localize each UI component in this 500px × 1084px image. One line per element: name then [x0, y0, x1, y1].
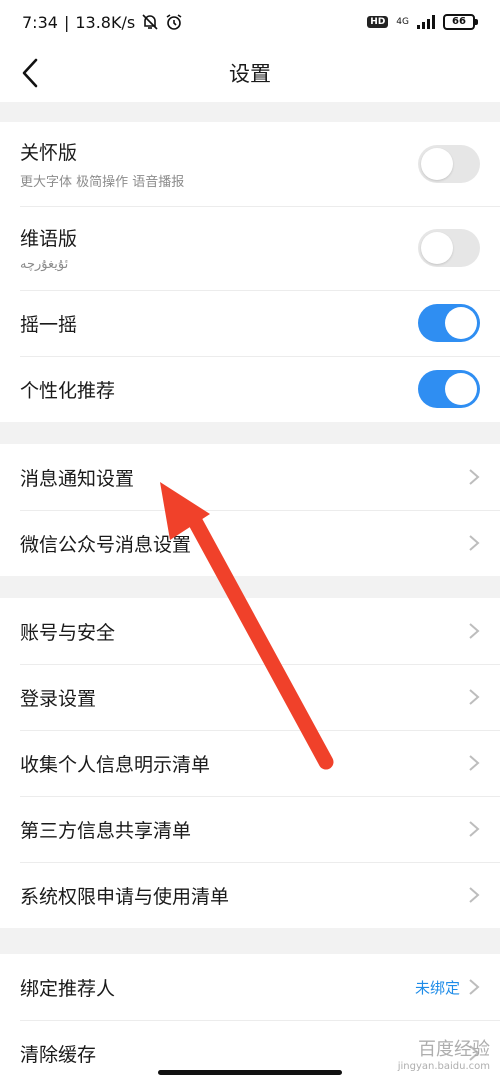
- setting-label: 收集个人信息明示清单: [20, 753, 211, 776]
- referrer-status: 未绑定: [414, 978, 460, 997]
- shake-toggle[interactable]: [418, 304, 480, 342]
- setting-row-login[interactable]: 登录设置: [0, 664, 500, 730]
- settings-group-account: 账号与安全 登录设置 收集个人信息明示清单 第三方信息共享清单 系统权限申请与使…: [0, 598, 500, 928]
- uyghur-mode-toggle[interactable]: [418, 229, 480, 267]
- setting-row-care-mode[interactable]: 关怀版 更大字体 极简操作 语音播报: [0, 122, 500, 206]
- setting-row-bind-referrer[interactable]: 绑定推荐人 未绑定: [0, 954, 500, 1020]
- setting-row-third-party-sharing[interactable]: 第三方信息共享清单: [0, 796, 500, 862]
- chevron-left-icon: [22, 58, 38, 88]
- nav-bar: 设置: [0, 44, 500, 102]
- setting-row-shake[interactable]: 摇一摇: [0, 290, 500, 356]
- network-type: 4G: [396, 16, 409, 27]
- setting-row-account-security[interactable]: 账号与安全: [0, 598, 500, 664]
- signal-icon: [417, 15, 435, 29]
- setting-subtitle: 更大字体 极简操作 语音播报: [20, 175, 185, 190]
- status-net-speed: 13.8K/s: [75, 12, 136, 32]
- setting-label: 登录设置: [20, 687, 97, 710]
- chevron-right-icon: [469, 887, 480, 903]
- alarm-icon: [166, 14, 182, 30]
- chevron-right-icon: [469, 979, 480, 995]
- setting-label: 账号与安全: [20, 621, 116, 644]
- setting-label: 个性化推荐: [20, 379, 116, 402]
- hd-badge: HD: [367, 16, 389, 28]
- setting-label: 消息通知设置: [20, 467, 135, 490]
- setting-label: 摇一摇: [20, 313, 78, 336]
- status-left: 7:34 | 13.8K/s: [22, 13, 183, 32]
- status-bar: 7:34 | 13.8K/s HD 4G 66: [0, 0, 500, 44]
- setting-label: 维语版: [20, 228, 78, 250]
- setting-subtitle: ئۇيغۇرچە: [20, 257, 69, 272]
- watermark-text: 百度经验: [418, 1039, 490, 1060]
- setting-row-uyghur-mode[interactable]: 维语版 ئۇيغۇرچە: [0, 206, 500, 290]
- watermark: 百度经验 jingyan.baidu.com: [398, 1035, 490, 1072]
- home-indicator[interactable]: [158, 1070, 342, 1075]
- chevron-right-icon: [469, 755, 480, 771]
- chevron-right-icon: [469, 469, 480, 485]
- setting-row-personal-info-list[interactable]: 收集个人信息明示清单: [0, 730, 500, 796]
- status-time: 7:34: [22, 12, 58, 32]
- back-button[interactable]: [14, 54, 50, 92]
- setting-label: 微信公众号消息设置: [20, 533, 192, 556]
- watermark-url: jingyan.baidu.com: [397, 1061, 490, 1072]
- setting-row-wechat-message[interactable]: 微信公众号消息设置: [0, 510, 500, 576]
- setting-label: 清除缓存: [20, 1043, 97, 1066]
- mute-icon: [142, 14, 158, 30]
- status-divider: |: [63, 12, 70, 32]
- setting-label: 第三方信息共享清单: [20, 819, 192, 842]
- setting-label: 绑定推荐人: [20, 977, 116, 1000]
- setting-label: 系统权限申请与使用清单: [20, 885, 230, 908]
- chevron-right-icon: [469, 821, 480, 837]
- chevron-right-icon: [469, 623, 480, 639]
- setting-row-message-notification[interactable]: 消息通知设置: [0, 444, 500, 510]
- settings-group-display: 关怀版 更大字体 极简操作 语音播报 维语版 ئۇيغۇرچە 摇一摇 个性化推…: [0, 122, 500, 422]
- status-right: HD 4G 66: [367, 14, 478, 30]
- setting-row-system-permissions[interactable]: 系统权限申请与使用清单: [0, 862, 500, 928]
- battery-level: 66: [443, 14, 475, 30]
- setting-row-personalized-recommendation[interactable]: 个性化推荐: [0, 356, 500, 422]
- page-title: 设置: [229, 62, 271, 86]
- setting-label: 关怀版: [20, 142, 78, 164]
- settings-group-notifications: 消息通知设置 微信公众号消息设置: [0, 444, 500, 576]
- care-mode-toggle[interactable]: [418, 145, 480, 183]
- chevron-right-icon: [469, 535, 480, 551]
- personalized-recommendation-toggle[interactable]: [418, 370, 480, 408]
- battery-icon: 66: [443, 14, 478, 30]
- chevron-right-icon: [469, 689, 480, 705]
